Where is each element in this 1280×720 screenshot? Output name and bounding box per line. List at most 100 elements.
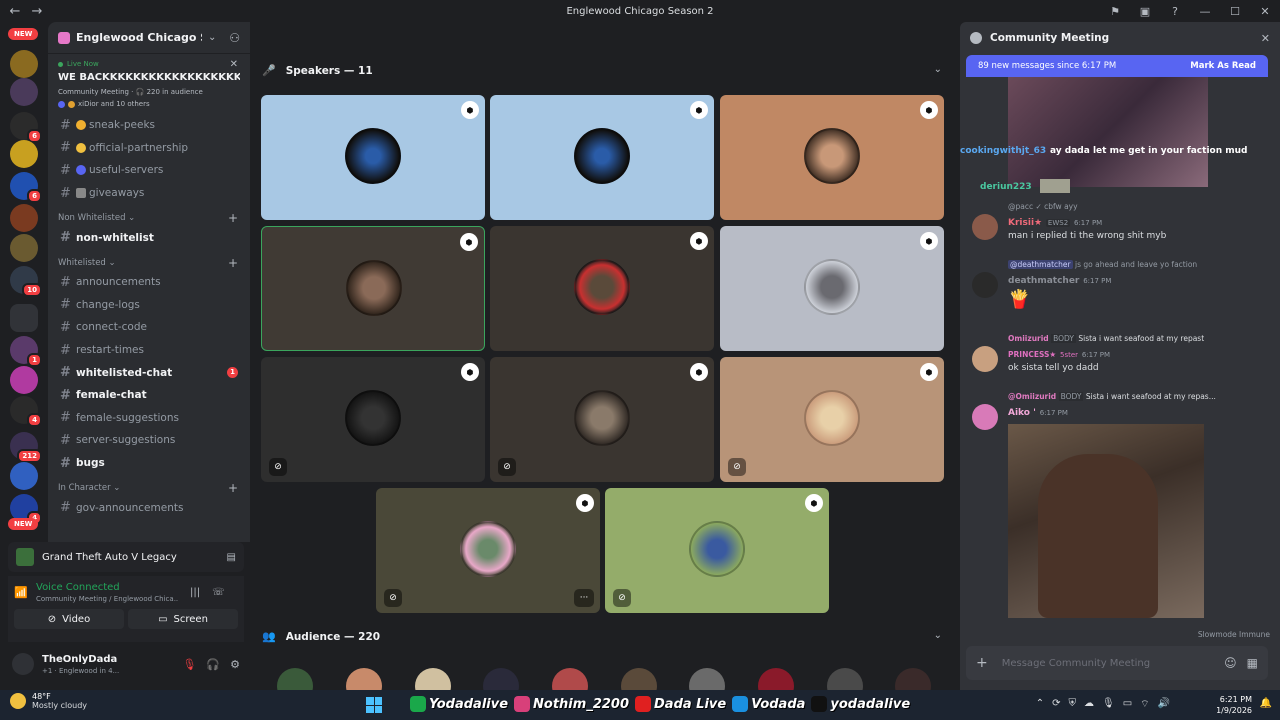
audience-avatar[interactable] bbox=[415, 668, 451, 690]
speaker-tile[interactable]: ⬢ ⊘ bbox=[605, 488, 829, 613]
apps-icon[interactable]: ▦ bbox=[1247, 656, 1258, 670]
folder-icon[interactable] bbox=[10, 304, 38, 332]
weather-widget[interactable]: 48°F Mostly cloudy bbox=[10, 692, 87, 710]
live-stage-card[interactable]: Live Now ✕ WE BACKKKKKKKKKKKKKKKKKKKK Co… bbox=[48, 54, 250, 114]
avatar[interactable] bbox=[972, 272, 998, 298]
audience-avatar[interactable] bbox=[689, 668, 725, 690]
channel-female-suggestions[interactable]: # female-suggestions bbox=[48, 407, 250, 430]
audience-avatar[interactable] bbox=[895, 668, 931, 690]
server-icon[interactable]: 6 bbox=[10, 172, 42, 203]
category-in-character[interactable]: In Character ⌄ + bbox=[48, 474, 250, 496]
display-icon[interactable]: ▭ bbox=[1123, 698, 1132, 711]
microphone-icon[interactable]: 🎙 bbox=[1102, 698, 1115, 711]
back-arrow-icon[interactable]: ← bbox=[8, 4, 22, 19]
channel-official-partnership[interactable]: # official-partnership bbox=[48, 137, 250, 160]
settings-gear-icon[interactable]: ⚙ bbox=[230, 658, 240, 671]
speaker-tile[interactable]: ⬢ bbox=[490, 226, 714, 351]
server-icon[interactable]: 4 bbox=[10, 396, 42, 427]
clock[interactable]: 6:21 PM 1/9/2026 bbox=[1216, 694, 1252, 716]
server-icon[interactable]: 1 bbox=[10, 336, 42, 367]
channel-connect-code[interactable]: # connect-code bbox=[48, 316, 250, 339]
channel-change-logs[interactable]: # change-logs bbox=[48, 294, 250, 317]
soundboard-icon[interactable]: ||| bbox=[190, 587, 200, 598]
channel-restart-times[interactable]: # restart-times bbox=[48, 339, 250, 362]
speaker-tile[interactable]: ⬢ ⊘ bbox=[261, 357, 485, 482]
category-non-whitelisted[interactable]: Non Whitelisted ⌄ + bbox=[48, 204, 250, 226]
new-messages-bar[interactable]: 89 new messages since 6:17 PM Mark As Re… bbox=[966, 55, 1268, 77]
channel-useful-servers[interactable]: # useful-servers bbox=[48, 159, 250, 182]
speaker-tile[interactable]: ⬢ ⊘ ··· bbox=[376, 488, 600, 613]
cloud-icon[interactable]: ☁ bbox=[1084, 698, 1094, 711]
video-button[interactable]: ⊘ Video bbox=[14, 609, 124, 629]
flag-icon[interactable]: ⚑ bbox=[1100, 5, 1130, 18]
audience-avatar[interactable] bbox=[621, 668, 657, 690]
close-icon[interactable]: ✕ bbox=[230, 59, 238, 70]
channel-whitelisted-chat[interactable]: # whitelisted-chat 1 bbox=[48, 361, 250, 384]
server-icon[interactable] bbox=[10, 234, 38, 262]
audience-avatar[interactable] bbox=[277, 668, 313, 690]
gif-image[interactable] bbox=[1008, 424, 1204, 618]
speaker-tile[interactable]: ⬢ bbox=[490, 95, 714, 220]
channel-bugs[interactable]: # bugs bbox=[48, 452, 250, 475]
speaker-tile[interactable]: ⬢ bbox=[720, 226, 944, 351]
avatar[interactable] bbox=[972, 346, 998, 372]
server-icon[interactable] bbox=[10, 50, 38, 78]
channel-announcements[interactable]: # announcements bbox=[48, 271, 250, 294]
signal-icon[interactable]: 📶 bbox=[14, 586, 36, 599]
audience-avatar[interactable] bbox=[552, 668, 588, 690]
help-icon[interactable]: ? bbox=[1160, 5, 1190, 18]
message-input[interactable] bbox=[1001, 657, 1215, 669]
sync-icon[interactable]: ⟳ bbox=[1052, 698, 1060, 711]
guild-header[interactable]: Englewood Chicago Sea... ⌄ ⚇ bbox=[48, 22, 250, 54]
gif-image[interactable] bbox=[1008, 77, 1208, 187]
minimize-icon[interactable]: — bbox=[1190, 5, 1220, 18]
server-icon[interactable] bbox=[10, 366, 38, 394]
channel-server-suggestions[interactable]: # server-suggestions bbox=[48, 429, 250, 452]
speaker-tile[interactable]: ⬢ ⊘ bbox=[490, 357, 714, 482]
server-icon[interactable]: 6 bbox=[10, 112, 42, 143]
audience-avatar[interactable] bbox=[483, 668, 519, 690]
chevron-up-icon[interactable]: ⌃ bbox=[1036, 698, 1044, 711]
server-icon[interactable]: 212 bbox=[10, 432, 42, 463]
voice-location[interactable]: Community Meeting / Englewood Chica... bbox=[36, 595, 178, 603]
channel-sneak-peeks[interactable]: # sneak-peeks bbox=[48, 114, 250, 137]
volume-icon[interactable]: 🔊 bbox=[1158, 698, 1170, 711]
more-options-icon[interactable]: ··· bbox=[574, 589, 594, 607]
maximize-icon[interactable]: ☐ bbox=[1220, 5, 1250, 18]
avatar[interactable] bbox=[972, 214, 998, 240]
add-channel-icon[interactable]: + bbox=[228, 211, 238, 225]
security-icon[interactable]: ⛨ bbox=[1068, 698, 1076, 711]
mark-as-read-button[interactable]: Mark As Read bbox=[1190, 61, 1256, 71]
notification-bell-icon[interactable]: 🔔 bbox=[1260, 698, 1272, 709]
activity-options-icon[interactable]: ▤ bbox=[227, 552, 236, 563]
headphones-icon[interactable]: 🎧 bbox=[206, 658, 220, 671]
chevron-down-icon[interactable]: ⌄ bbox=[208, 32, 216, 43]
audience-avatar[interactable] bbox=[827, 668, 863, 690]
activity-panel[interactable]: Grand Theft Auto V Legacy ▤ bbox=[8, 542, 244, 572]
channel-non-whitelist[interactable]: # non-whitelist bbox=[48, 226, 250, 249]
speaker-tile[interactable]: ⬢ ⊘ bbox=[720, 357, 944, 482]
speaker-tile[interactable]: ⬢ bbox=[261, 95, 485, 220]
server-icon[interactable] bbox=[10, 78, 38, 106]
audience-avatar[interactable] bbox=[346, 668, 382, 690]
close-icon[interactable]: ✕ bbox=[1261, 32, 1270, 45]
server-icon[interactable]: 10 bbox=[10, 266, 42, 297]
forward-arrow-icon[interactable]: → bbox=[30, 4, 44, 19]
start-button[interactable] bbox=[366, 697, 382, 713]
channel-giveaways[interactable]: # giveaways bbox=[48, 182, 250, 205]
add-attachment-icon[interactable]: + bbox=[976, 655, 988, 671]
chevron-down-icon[interactable]: ⌄ bbox=[934, 64, 942, 75]
avatar[interactable] bbox=[972, 404, 998, 430]
channel-gov-announcements[interactable]: # gov-announcements bbox=[48, 496, 250, 519]
inbox-icon[interactable]: ▣ bbox=[1130, 5, 1160, 18]
avatar[interactable] bbox=[12, 653, 34, 675]
disconnect-icon[interactable]: ☏ bbox=[212, 587, 225, 598]
mic-muted-icon[interactable]: 🎙 bbox=[182, 658, 196, 671]
invite-icon[interactable]: ⚇ bbox=[229, 31, 240, 45]
server-icon[interactable] bbox=[10, 140, 38, 168]
emoji-icon[interactable]: ☺ bbox=[1224, 656, 1237, 670]
add-channel-icon[interactable]: + bbox=[228, 481, 238, 495]
audience-avatar[interactable] bbox=[758, 668, 794, 690]
speaker-tile-speaking[interactable]: ⬢ bbox=[261, 226, 485, 351]
add-channel-icon[interactable]: + bbox=[228, 256, 238, 270]
